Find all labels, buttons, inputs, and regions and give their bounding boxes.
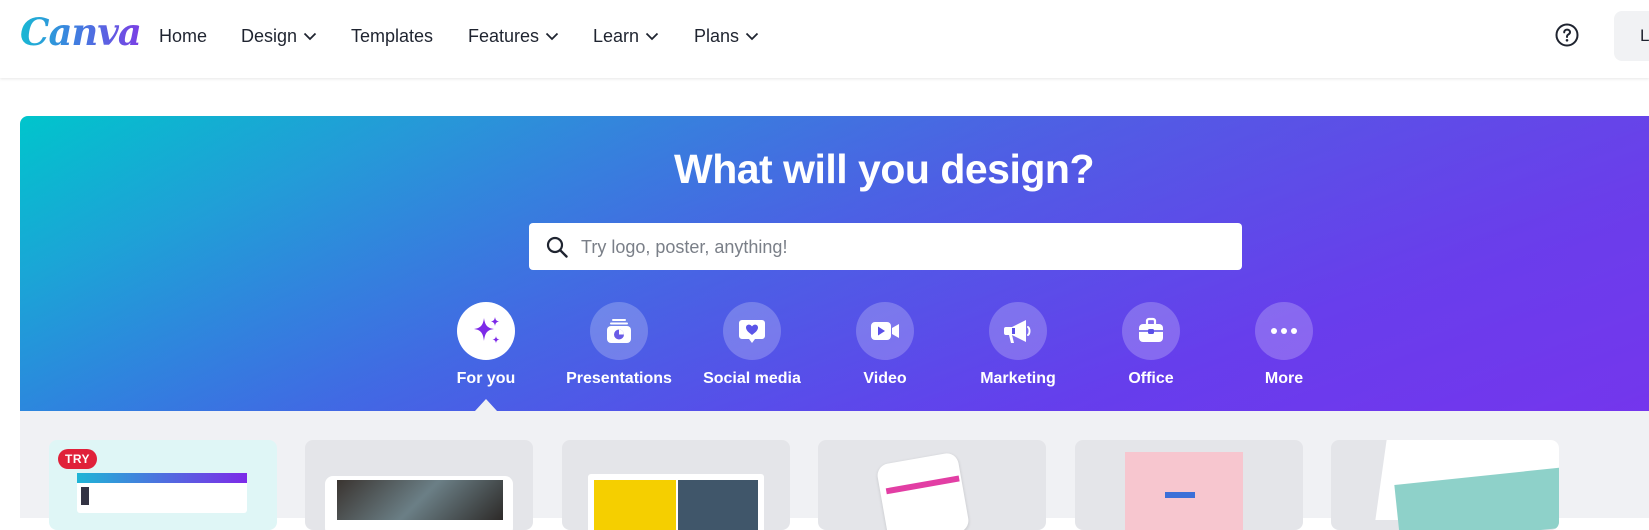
hero-banner: What will you design? For you	[20, 116, 1649, 411]
chevron-down-icon	[545, 32, 559, 40]
category-marketing[interactable]: Marketing	[953, 302, 1083, 402]
design-card[interactable]	[818, 440, 1046, 530]
design-card[interactable]	[1075, 440, 1303, 530]
category-more[interactable]: More	[1219, 302, 1349, 402]
category-social-media[interactable]: Social media	[687, 302, 817, 402]
nav-learn-label: Learn	[593, 25, 640, 46]
briefcase-icon	[1139, 317, 1163, 342]
category-office[interactable]: Office	[1086, 302, 1216, 402]
chevron-down-icon	[303, 32, 317, 40]
category-label: For you	[456, 370, 516, 387]
search-bar[interactable]	[529, 223, 1242, 272]
question-circle-icon[interactable]	[1555, 23, 1579, 47]
chevron-down-icon	[645, 32, 659, 40]
category-label: Video	[863, 370, 907, 387]
category-for-you[interactable]: For you	[421, 302, 551, 402]
presentation-icon	[607, 319, 631, 343]
category-label: Social media	[703, 370, 801, 387]
design-card[interactable]	[305, 440, 533, 530]
category-video[interactable]: Video	[820, 302, 950, 402]
search-input[interactable]	[579, 223, 1223, 272]
nav-design[interactable]: Design	[241, 24, 317, 48]
nav-design-label: Design	[241, 25, 298, 46]
more-dots-icon	[1271, 328, 1297, 334]
heart-chat-icon	[739, 320, 765, 343]
design-card[interactable]	[1331, 440, 1559, 530]
chevron-down-icon	[745, 32, 759, 40]
design-card[interactable]	[562, 440, 790, 530]
nav-features-label: Features	[468, 25, 540, 46]
recommendations-strip: TRY	[20, 411, 1649, 530]
category-presentations[interactable]: Presentations	[554, 302, 684, 402]
top-header: Canva Home Design Templates Features Lea…	[0, 0, 1649, 78]
nav-templates-label: Templates	[351, 25, 434, 46]
nav-features[interactable]: Features	[468, 24, 559, 48]
hero-title: What will you design?	[674, 146, 1095, 192]
category-label: Presentations	[566, 370, 672, 387]
category-label: Office	[1128, 370, 1174, 387]
try-badge: TRY	[58, 449, 98, 469]
video-camera-icon	[871, 322, 899, 340]
search-icon	[546, 236, 568, 258]
active-category-pointer	[475, 399, 497, 411]
megaphone-icon	[1004, 320, 1031, 343]
nav-home-label: Home	[159, 25, 208, 46]
login-button-label: L	[1640, 26, 1649, 45]
nav-learn[interactable]: Learn	[593, 24, 659, 48]
nav-plans-label: Plans	[694, 25, 740, 46]
category-label: More	[1264, 370, 1304, 387]
login-button[interactable]: L	[1614, 11, 1649, 61]
nav-home[interactable]: Home	[159, 24, 207, 48]
category-label: Marketing	[980, 370, 1056, 387]
nav-templates[interactable]: Templates	[351, 24, 433, 48]
canva-logo[interactable]: Canva	[20, 10, 142, 54]
sparkle-icon	[474, 317, 500, 344]
nav-plans[interactable]: Plans	[694, 24, 759, 48]
